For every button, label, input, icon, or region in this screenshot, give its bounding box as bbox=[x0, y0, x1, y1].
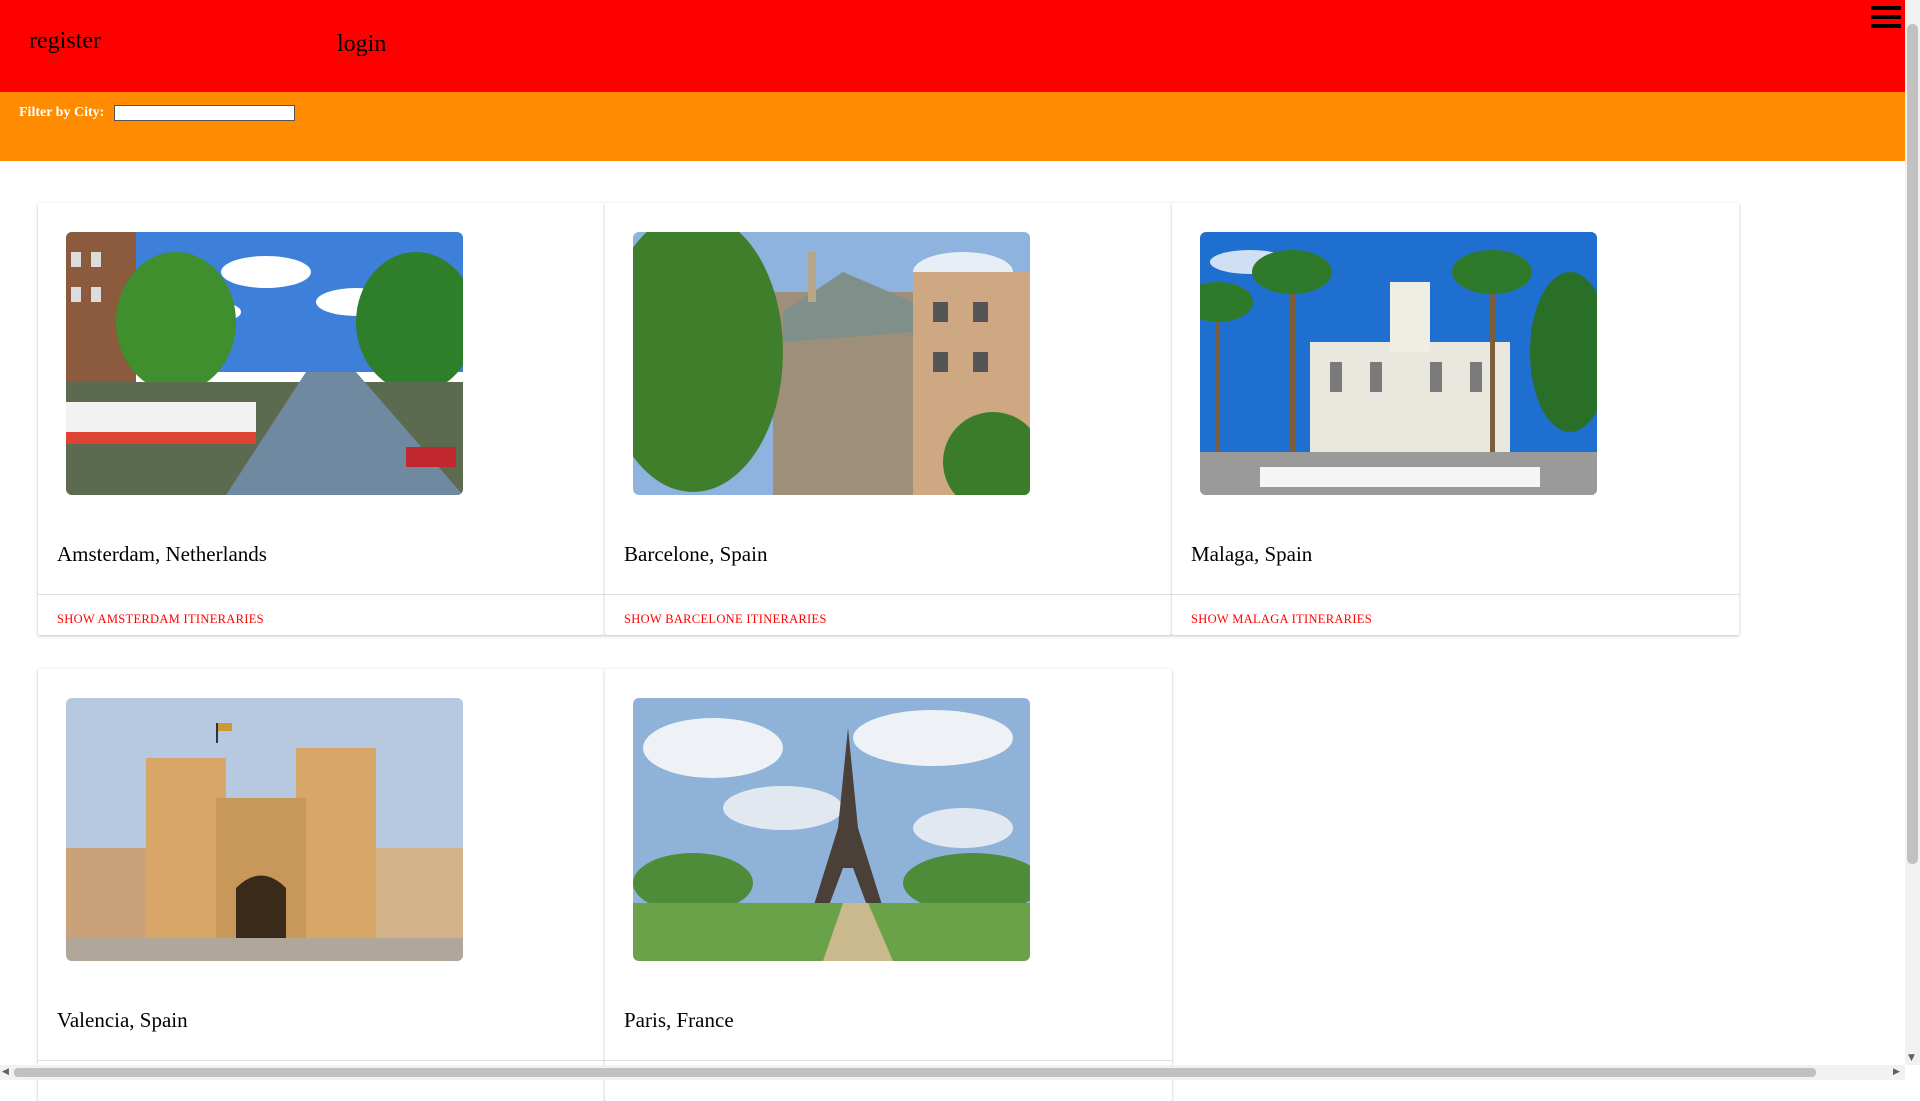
city-photo[interactable] bbox=[1200, 232, 1597, 495]
scroll-down-arrow-icon[interactable]: ▼ bbox=[1908, 1053, 1915, 1063]
register-link[interactable]: register bbox=[29, 28, 101, 55]
hamburger-menu-icon[interactable] bbox=[1871, 6, 1901, 28]
scroll-right-arrow-icon[interactable]: ▶ bbox=[1893, 1067, 1900, 1077]
city-title: Malaga, Spain bbox=[1191, 542, 1313, 566]
city-filter-input[interactable] bbox=[114, 105, 295, 121]
horizontal-scrollbar[interactable]: ◀ ▶ bbox=[0, 1065, 1905, 1080]
card-divider bbox=[605, 1060, 1172, 1061]
card-divider bbox=[1172, 594, 1739, 595]
vertical-scrollbar-thumb[interactable] bbox=[1907, 24, 1918, 864]
city-photo[interactable] bbox=[66, 698, 463, 961]
login-link[interactable]: login bbox=[337, 31, 386, 58]
city-photo[interactable] bbox=[633, 232, 1030, 495]
city-title: Amsterdam, Netherlands bbox=[57, 542, 267, 566]
card-divider bbox=[605, 594, 1172, 595]
filter-bar: Filter by City: bbox=[0, 92, 1905, 161]
vertical-scrollbar[interactable]: ▼ bbox=[1905, 0, 1920, 1065]
top-nav-bar: register login bbox=[0, 0, 1905, 92]
city-title: Paris, France bbox=[624, 1008, 734, 1032]
card-divider bbox=[38, 1060, 605, 1061]
city-card: Malaga, Spain SHOW MALAGA ITINERARIES bbox=[1172, 203, 1739, 635]
horizontal-scrollbar-thumb[interactable] bbox=[14, 1068, 1816, 1077]
show-itineraries-link[interactable]: SHOW MALAGA ITINERARIES bbox=[1191, 612, 1372, 627]
city-card: Paris, France bbox=[605, 669, 1172, 1101]
city-photo[interactable] bbox=[633, 698, 1030, 961]
city-photo[interactable] bbox=[66, 232, 463, 495]
city-title: Valencia, Spain bbox=[57, 1008, 188, 1032]
city-card: Amsterdam, Netherlands SHOW AMSTERDAM IT… bbox=[38, 203, 605, 635]
city-card: Valencia, Spain bbox=[38, 669, 605, 1101]
card-divider bbox=[38, 594, 605, 595]
show-itineraries-link[interactable]: SHOW AMSTERDAM ITINERARIES bbox=[57, 612, 264, 627]
filter-label: Filter by City: bbox=[19, 105, 105, 120]
scroll-left-arrow-icon[interactable]: ◀ bbox=[2, 1067, 9, 1077]
city-title: Barcelone, Spain bbox=[624, 542, 768, 566]
show-itineraries-link[interactable]: SHOW BARCELONE ITINERARIES bbox=[624, 612, 827, 627]
city-card: Barcelone, Spain SHOW BARCELONE ITINERAR… bbox=[605, 203, 1172, 635]
